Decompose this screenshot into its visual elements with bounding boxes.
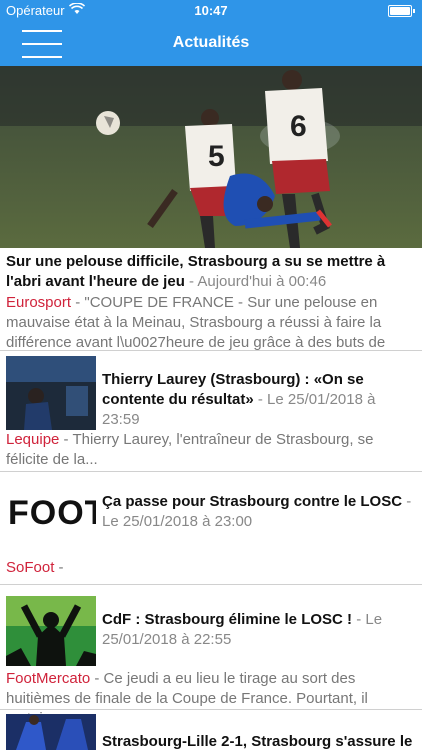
article-title: Ça passe pour Strasbourg contre le LOSC — [102, 493, 403, 510]
status-bar: Opérateur 10:47 — [0, 0, 422, 22]
article-snippet: - Thierry Laurey, l'entraîneur de Strasb… — [6, 431, 374, 468]
clock: 10:47 — [194, 3, 228, 18]
article-thumbnail: FOOT — [6, 484, 96, 558]
article-thumbnail — [6, 356, 96, 430]
hero-date: - Aujourd'hui à 00:46 — [184, 273, 327, 290]
article-snippet: - — [54, 559, 64, 576]
article-title: CdF : Strasbourg élimine le LOSC ! — [102, 611, 353, 628]
article-title: Strasbourg-Lille 2-1, Strasbourg s'assur… — [102, 733, 413, 750]
article-thumbnail — [6, 596, 96, 670]
article-source: SoFoot — [6, 559, 55, 576]
nav-bar: Actualités — [0, 22, 422, 66]
article-headline: Strasbourg-Lille 2-1, Strasbourg s'assur… — [102, 732, 414, 750]
battery-icon — [388, 5, 415, 17]
divider — [0, 471, 422, 472]
article-source: FootMercato — [6, 670, 91, 687]
hero-headline[interactable]: Sur une pelouse difficile, Strasbourg a … — [6, 252, 410, 292]
article-summary: SoFoot - — [6, 558, 410, 578]
divider — [0, 709, 422, 710]
list-item[interactable]: Strasbourg-Lille 2-1, Strasbourg s'assur… — [0, 714, 422, 750]
article-headline: CdF : Strasbourg élimine le LOSC ! - Le … — [102, 610, 414, 650]
svg-text:6: 6 — [290, 110, 307, 143]
article-summary: Lequipe - Thierry Laurey, l'entraîneur d… — [6, 430, 410, 470]
divider — [0, 350, 422, 351]
hero-image[interactable]: 5 6 — [0, 66, 422, 248]
page-title: Actualités — [172, 34, 250, 51]
article-headline: Ça passe pour Strasbourg contre le LOSC … — [102, 492, 414, 532]
sofoot-logo: FOOT — [8, 494, 96, 532]
article-headline: Thierry Laurey (Strasbourg) : «On se con… — [102, 370, 414, 430]
svg-text:5: 5 — [208, 140, 225, 173]
article-source: Lequipe — [6, 431, 60, 448]
hero-source: Eurosport — [6, 294, 72, 311]
divider — [0, 584, 422, 585]
article-thumbnail — [6, 714, 96, 750]
